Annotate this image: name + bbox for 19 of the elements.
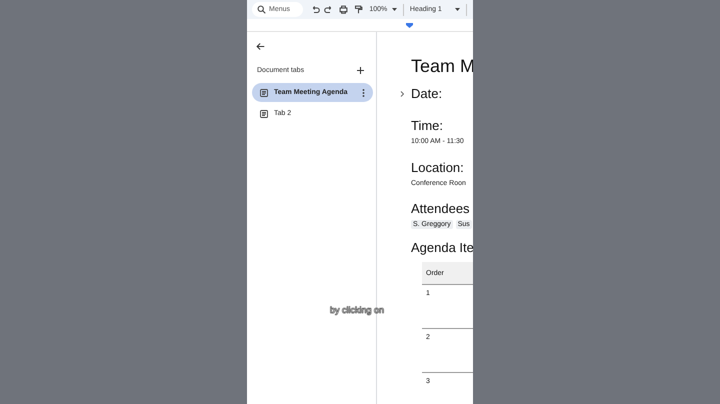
print-icon[interactable]: [339, 5, 348, 14]
indent-marker-icon[interactable]: [406, 22, 413, 28]
section-heading: Time:: [411, 118, 444, 134]
video-caption: by clicking on: [330, 305, 384, 315]
redo-icon[interactable]: [324, 5, 334, 14]
chevron-right-icon[interactable]: [400, 91, 404, 97]
caret-icon[interactable]: [455, 8, 460, 12]
section-heading: Attendees: [411, 201, 471, 217]
paint-format-icon[interactable]: [354, 5, 363, 14]
add-icon[interactable]: [357, 66, 364, 74]
back-arrow-icon[interactable]: [256, 42, 265, 51]
document-icon: [260, 88, 268, 96]
undo-icon[interactable]: [310, 5, 320, 14]
section-heading: Date:: [411, 86, 444, 102]
section-heading: Agenda Ite: [411, 240, 473, 256]
more-options-icon[interactable]: [362, 88, 365, 96]
section-heading: Location:: [411, 160, 465, 176]
caret-icon[interactable]: [392, 8, 397, 12]
document-icon: [260, 110, 268, 118]
